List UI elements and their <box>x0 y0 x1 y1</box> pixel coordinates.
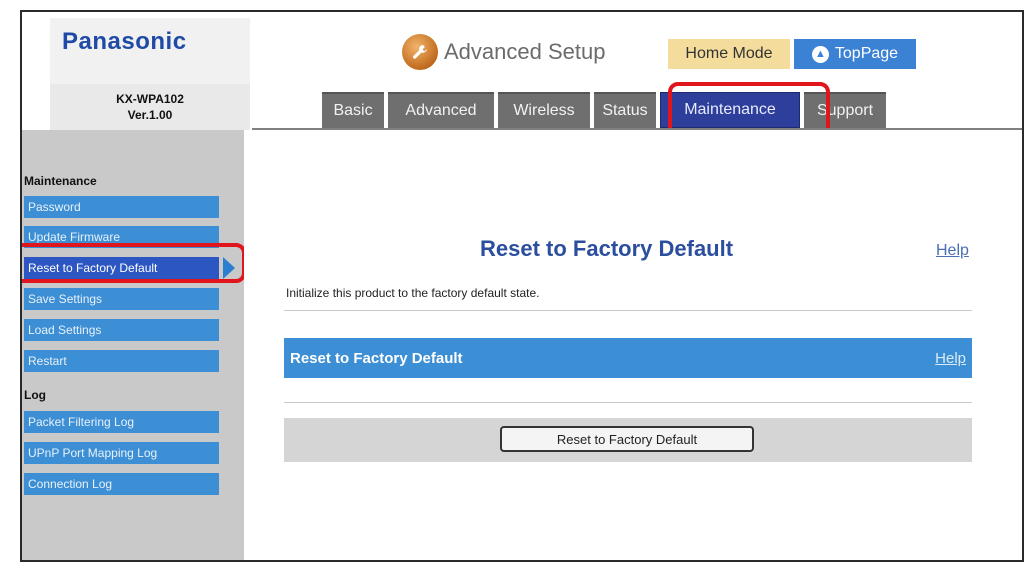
divider <box>284 402 972 403</box>
panasonic-logo: Panasonic <box>62 28 187 55</box>
sidebar-item-load-settings[interactable]: Load Settings <box>24 319 219 341</box>
up-arrow-icon: ▲ <box>811 45 829 63</box>
sidebar-item-packet-filtering-log[interactable]: Packet Filtering Log <box>24 411 219 433</box>
reset-factory-default-button[interactable]: Reset to Factory Default <box>500 426 754 452</box>
divider <box>284 310 972 311</box>
section-help-link[interactable]: Help <box>935 350 966 367</box>
firmware-version: Ver.1.00 <box>127 108 173 122</box>
sidebar-section-maintenance: Maintenance <box>24 174 97 188</box>
sidebar-item-connection-log[interactable]: Connection Log <box>24 473 219 495</box>
page-description: Initialize this product to the factory d… <box>286 286 540 300</box>
sidebar-item-save-settings[interactable]: Save Settings <box>24 288 219 310</box>
toppage-button[interactable]: ▲ TopPage <box>794 39 916 69</box>
model-info: KX-WPA102 Ver.1.00 <box>50 84 250 130</box>
sidebar-item-password[interactable]: Password <box>24 196 219 218</box>
sidebar: Maintenance Password Update Firmware Res… <box>22 130 246 560</box>
page-title: Reset to Factory Default <box>480 236 734 261</box>
tab-basic[interactable]: Basic <box>322 92 384 128</box>
tab-status[interactable]: Status <box>594 92 656 128</box>
sidebar-item-upnp-port-mapping-log[interactable]: UPnP Port Mapping Log <box>24 442 219 464</box>
tab-support[interactable]: Support <box>804 92 886 128</box>
toppage-label: TopPage <box>834 45 899 62</box>
header: Panasonic KX-WPA102 Ver.1.00 Advanced Se… <box>22 12 1022 138</box>
setup-heading: Advanced Setup <box>402 34 605 70</box>
sidebar-item-update-firmware[interactable]: Update Firmware <box>24 226 219 248</box>
section-header: Reset to Factory Default Help <box>284 338 972 378</box>
active-arrow-icon <box>223 257 235 279</box>
browser-frame: Panasonic KX-WPA102 Ver.1.00 Advanced Se… <box>20 10 1024 562</box>
sidebar-section-log: Log <box>24 388 46 402</box>
tab-maintenance[interactable]: Maintenance <box>660 92 800 128</box>
home-mode-button[interactable]: Home Mode <box>668 39 790 69</box>
logo-area: Panasonic <box>50 18 250 84</box>
action-row: Reset to Factory Default <box>284 418 972 462</box>
help-link[interactable]: Help <box>936 242 969 260</box>
tab-wireless[interactable]: Wireless <box>498 92 590 128</box>
main-content: Reset to Factory Default Help Initialize… <box>244 130 1022 560</box>
section-title: Reset to Factory Default <box>290 349 463 367</box>
model-name: KX-WPA102 <box>116 92 184 106</box>
sidebar-item-reset-factory-default[interactable]: Reset to Factory Default <box>24 257 219 279</box>
tab-advanced[interactable]: Advanced <box>388 92 494 128</box>
sidebar-item-restart[interactable]: Restart <box>24 350 219 372</box>
wrench-icon <box>402 34 438 70</box>
setup-title: Advanced Setup <box>444 39 606 64</box>
main-tabs: Basic Advanced Wireless Status Maintenan… <box>322 92 886 128</box>
